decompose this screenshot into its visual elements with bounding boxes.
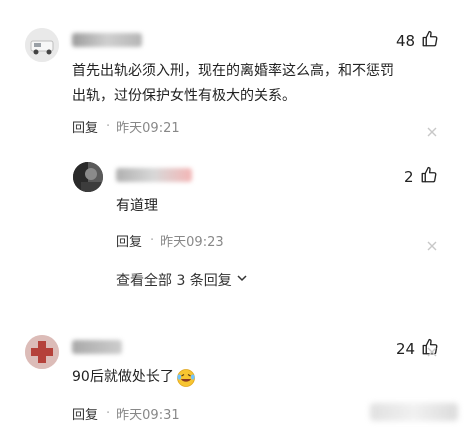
watermark-blurred: [370, 403, 458, 421]
comment-meta: 回复 · 昨天09:31: [72, 404, 180, 423]
close-icon[interactable]: [427, 122, 439, 137]
laughing-crying-emoji-icon: [176, 368, 196, 388]
like-button[interactable]: 48: [396, 30, 439, 52]
close-icon[interactable]: [427, 236, 439, 251]
comment-time: 昨天09:31: [116, 408, 180, 423]
comment-time: 昨天09:21: [116, 121, 180, 136]
like-button[interactable]: 2: [404, 166, 438, 188]
separator: ·: [106, 406, 111, 421]
like-count: 24: [396, 340, 416, 358]
like-count: 2: [404, 168, 414, 186]
comment-text: 首先出轨必须入刑，现在的离婚率这么高，和不惩罚 出轨，过份保护女性有极大的关系。: [72, 63, 394, 104]
close-icon[interactable]: [427, 342, 439, 357]
chevron-down-icon: [236, 272, 248, 288]
thumbs-up-icon: [420, 166, 438, 188]
avatar[interactable]: [25, 335, 59, 369]
reply-button[interactable]: 回复: [72, 117, 98, 136]
username-blurred[interactable]: [72, 33, 142, 47]
comment-text: 有道理: [116, 198, 158, 214]
like-count: 48: [396, 32, 416, 50]
reply-button[interactable]: 回复: [72, 404, 98, 423]
comment-meta: 回复 · 昨天09:21: [72, 117, 180, 136]
separator: ·: [150, 233, 155, 248]
comment-text: 90后就做处长了: [72, 365, 196, 390]
comment-meta: 回复 · 昨天09:23: [116, 231, 224, 250]
thumbs-up-icon: [421, 30, 439, 52]
username-blurred[interactable]: [116, 168, 192, 182]
comment-time: 昨天09:23: [160, 235, 224, 250]
avatar[interactable]: [25, 28, 59, 62]
reply-button[interactable]: 回复: [116, 231, 142, 250]
username-blurred[interactable]: [72, 340, 122, 354]
separator: ·: [106, 119, 111, 134]
avatar[interactable]: [73, 162, 103, 192]
view-all-replies-link[interactable]: 查看全部 3 条回复: [116, 270, 248, 290]
